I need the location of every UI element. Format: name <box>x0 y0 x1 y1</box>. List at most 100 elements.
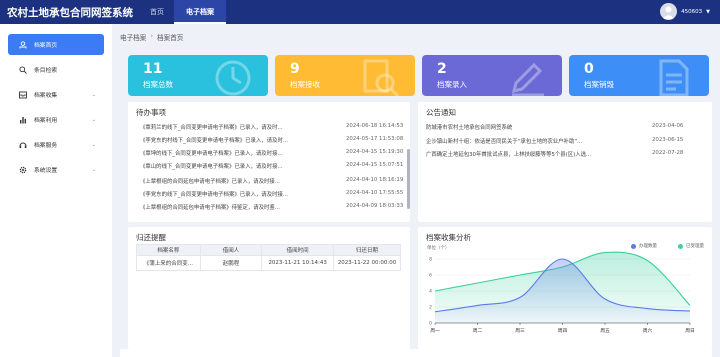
search-doc-icon <box>363 59 400 96</box>
todo-item[interactable]: 《上覃根组的合同延包申请电子档案》已录入，请及时接... 2024-04-10 1… <box>140 177 410 187</box>
todo-text: 《覃山的线下_合同变更申请电子档案》已录入，请及时接... <box>140 164 283 170</box>
sidebar-item-label: 系统设置 <box>34 168 58 174</box>
x-tick-label: 周五 <box>600 328 610 334</box>
stat-value: 11 <box>143 61 163 77</box>
todo-item[interactable]: 《李党东的村线下_合同变更申请电子档案》已录入，请及时... 2024-05-17… <box>140 136 410 146</box>
stat-card-receive[interactable]: 9 档案接收 <box>275 55 415 96</box>
todo-text: 《李党东的线下_合同变更申请电子档案》已录入，请及时接... <box>140 192 288 198</box>
nav-electronic-archive[interactable]: 电子档案 <box>174 0 226 24</box>
table-cell: 赵鹏程 <box>199 255 263 271</box>
sidebar-item-search[interactable]: 条目检索 <box>8 59 104 80</box>
todo-date: 2024-04-09 18:03:33 <box>346 203 404 209</box>
todo-item[interactable]: 《覃山的线下_合同变更申请电子档案》已录入，请及时接... 2024-04-15 … <box>140 162 410 172</box>
footer-strip <box>120 349 712 357</box>
todo-date: 2024-06-18 16:14:53 <box>346 123 404 129</box>
scrollbar[interactable] <box>407 149 410 209</box>
x-tick-label: 周二 <box>473 328 483 334</box>
todo-date: 2024-05-17 11:53:08 <box>346 136 404 142</box>
stat-card-total[interactable]: 11 档案总数 <box>128 55 268 96</box>
sidebar-item-archive-home[interactable]: 档案首页 <box>8 34 104 55</box>
stat-label: 档案总数 <box>143 80 173 89</box>
sidebar-item-settings[interactable]: 系统设置 ⌄ <box>8 159 104 180</box>
y-tick-label: 4 <box>429 289 432 295</box>
return-reminder-panel: 归还提醒 档案名称 借阅人 借阅时间 归还日期 《蒲上来的合同变... 赵鹏程 … <box>128 227 410 349</box>
y-tick-label: 6 <box>429 273 432 279</box>
x-tick-label: 周日 <box>685 328 695 334</box>
nav-home[interactable]: 首页 <box>140 0 174 24</box>
top-bar: 农村土地承包合同网签系统 首页 电子档案 450603 ▼ <box>0 0 720 24</box>
avatar[interactable] <box>660 3 678 20</box>
bar-chart-icon <box>18 115 27 124</box>
y-axis-label: 单位（个） <box>427 244 450 251</box>
breadcrumb-item[interactable]: 电子档案 <box>120 32 146 42</box>
sidebar-item-label: 档案服务 <box>34 143 58 149</box>
todo-text: 《上覃根组的合同延包申请电子档案》已录入，请及时接... <box>140 179 280 185</box>
stat-card-entry[interactable]: 2 档案录入 <box>422 55 562 96</box>
todo-panel: 待办事项 《覃莉兰的线下_合同变更申请电子档案》已录入，请及时... 2024-0… <box>128 102 410 222</box>
panel-title: 公告通知 <box>426 108 456 117</box>
sidebar-item-label: 档案收集 <box>34 93 58 99</box>
column-header: 归还日期 <box>333 244 401 256</box>
notice-date: 2023-04-06 <box>652 123 684 129</box>
sidebar-item-label: 档案首页 <box>34 43 58 49</box>
table-header-row: 档案名称 借阅人 借阅时间 归还日期 <box>136 244 401 256</box>
stat-label: 档案接收 <box>290 80 320 89</box>
todo-item[interactable]: 《李党东的线下_合同变更申请电子档案》已录入，请及时接... 2024-04-10… <box>140 190 410 200</box>
table-cell: 《蒲上来的合同变... <box>136 255 201 271</box>
service-icon <box>18 140 27 149</box>
notice-text: 广西确定土地延包30年首批试点县，上林扶绥藤等等5个县(区)入选... <box>426 152 592 158</box>
y-tick-label: 0 <box>429 321 432 327</box>
todo-text: 《覃坤的线下_合同变更申请电子档案》已录入，请及时接... <box>140 151 283 157</box>
notice-item[interactable]: 企沙镇山新村十组：依话是否同民关于“承包土地的农业户补助”... 2023-06-… <box>426 137 708 147</box>
user-menu[interactable]: 450603 ▼ <box>660 3 710 20</box>
todo-item[interactable]: 《覃莉兰的线下_合同变更申请电子档案》已录入，请及时... 2024-06-18 … <box>140 123 410 133</box>
todo-date: 2024-04-15 15:07:51 <box>346 162 404 168</box>
table-cell: 2023-11-22 00:00:00 <box>333 255 401 271</box>
todo-item[interactable]: 《覃坤的线下_合同变更申请电子档案》已录入，请及时接... 2024-04-15 … <box>140 149 410 159</box>
top-nav: 首页 电子档案 <box>140 0 226 24</box>
x-tick-label: 周六 <box>643 327 653 334</box>
area-chart: 单位（个） 0 2 4 6 8 周一 周二 周三 周四 周五 周六 周日 <box>427 244 695 334</box>
chart-panel: 档案收集分析 办理数量 已受理量 单位（个） 0 2 4 6 8 周一 周二 周三 周四 周五 周六周… <box>418 227 712 349</box>
table-row[interactable]: 《蒲上来的合同变... 赵鹏程 2023-11-21 10:14:43 2023… <box>136 255 401 271</box>
inbox-icon <box>18 90 27 99</box>
column-header: 档案名称 <box>136 244 201 256</box>
chevron-down-icon: ⌄ <box>91 116 96 123</box>
todo-item[interactable]: 《上覃根组的合同延包申请电子档案》待鉴定，请及时鉴... 2024-04-09 1… <box>140 203 410 213</box>
notice-date: 2023-06-15 <box>652 137 684 143</box>
panel-title: 待办事项 <box>136 108 166 117</box>
sidebar-item-label: 档案利用 <box>34 118 58 124</box>
chevron-down-icon: ▼ <box>706 8 710 15</box>
y-tick-label: 8 <box>429 257 432 263</box>
notice-item[interactable]: 防城港市农村土地承包合同网签系统 2023-04-06 <box>426 123 708 133</box>
document-icon <box>659 59 689 96</box>
search-icon <box>18 65 27 74</box>
username: 450603 <box>681 8 703 15</box>
app-title: 农村土地承包合同网签系统 <box>7 6 133 19</box>
sidebar: 档案首页 条目检索 档案收集 ⌄ 档案利用 ⌄ 档案服务 ⌄ 系统设置 ⌄ <box>0 24 112 357</box>
notice-item[interactable]: 广西确定土地延包30年首批试点县，上林扶绥藤等等5个县(区)入选... 2022-… <box>426 150 708 160</box>
chevron-down-icon: ⌄ <box>91 166 96 173</box>
sidebar-item-use[interactable]: 档案利用 ⌄ <box>8 109 104 130</box>
todo-text: 《李党东的村线下_合同变更申请电子档案》已录入，请及时... <box>140 138 288 144</box>
breadcrumb: 电子档案 › 档案首页 <box>120 32 183 42</box>
y-tick-label: 2 <box>429 305 432 311</box>
stat-value: 0 <box>584 61 594 77</box>
x-tick-label: 周一 <box>430 328 440 334</box>
chevron-right-icon: › <box>150 32 154 40</box>
pencil-icon <box>511 62 544 96</box>
stat-value: 9 <box>290 61 300 77</box>
todo-date: 2024-04-10 17:55:55 <box>346 190 404 196</box>
todo-text: 《覃莉兰的线下_合同变更申请电子档案》已录入，请及时... <box>140 125 283 131</box>
stat-label: 档案录入 <box>437 80 467 89</box>
stat-card-destroy[interactable]: 0 档案销毁 <box>569 55 709 96</box>
notice-text: 防城港市农村土地承包合同网签系统 <box>426 125 513 131</box>
sidebar-item-service[interactable]: 档案服务 ⌄ <box>8 134 104 155</box>
return-table: 档案名称 借阅人 借阅时间 归还日期 《蒲上来的合同变... 赵鹏程 2023-… <box>136 244 401 271</box>
column-header: 借阅人 <box>199 244 263 256</box>
table-cell: 2023-11-21 10:14:43 <box>261 255 335 271</box>
sidebar-item-collect[interactable]: 档案收集 ⌄ <box>8 84 104 105</box>
chevron-down-icon: ⌄ <box>91 141 96 148</box>
panel-title: 归还提醒 <box>136 233 166 242</box>
sidebar-item-label: 条目检索 <box>34 68 58 74</box>
